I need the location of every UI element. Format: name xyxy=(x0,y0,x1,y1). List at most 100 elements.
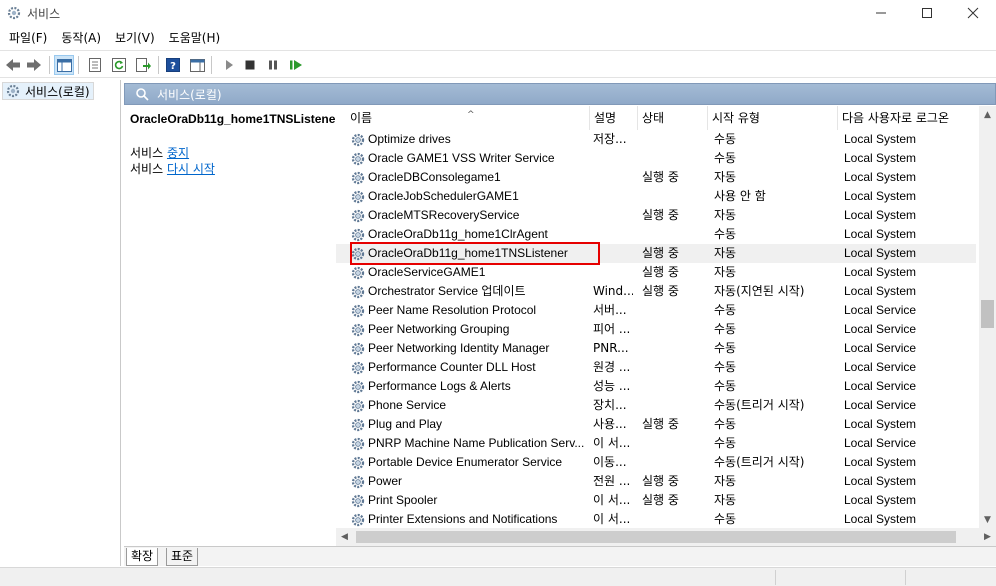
menu-action[interactable]: 동작(A) xyxy=(54,27,108,49)
service-status: 실행 중 xyxy=(642,474,679,488)
service-gear-icon xyxy=(351,380,365,394)
column-header-name[interactable]: 이름 ^ xyxy=(346,106,589,130)
vertical-scrollbar[interactable]: ▲ ▼ xyxy=(979,106,996,528)
vertical-scroll-thumb[interactable] xyxy=(981,300,994,328)
menu-view[interactable]: 보기(V) xyxy=(108,27,162,49)
service-logon-as: Local Service xyxy=(844,341,917,355)
service-gear-icon xyxy=(351,228,365,242)
service-description: Wind... xyxy=(593,284,633,298)
service-row[interactable]: Power 전원 ... 실행 중 자동 Local System xyxy=(336,472,976,491)
service-row[interactable]: Peer Networking Identity Manager PNR... 수동… xyxy=(336,339,976,358)
service-row[interactable]: OracleOraDb11g_home1TNSListener 실행 중 자동 Loc… xyxy=(336,242,976,265)
services-gear-icon xyxy=(6,84,20,98)
status-segment xyxy=(775,570,905,585)
services-rows: Optimize drives 저장... 수동 Local System Oracle… xyxy=(336,130,976,529)
service-row[interactable]: Orchestrator Service 업데이트 Wind... 실행 중 자동(지… xyxy=(336,282,976,301)
service-name: OracleDBConsolegame1 xyxy=(368,170,501,184)
service-logon-as: Local System xyxy=(844,474,917,488)
scroll-right-arrow-icon[interactable]: ▶ xyxy=(979,528,996,545)
forward-arrow-icon xyxy=(27,59,41,71)
start-service-button[interactable] xyxy=(219,55,239,75)
service-logon-as: Local System xyxy=(844,132,917,146)
service-row[interactable]: Portable Device Enumerator Service 이동... 수… xyxy=(336,453,976,472)
service-logon-as: Local Service xyxy=(844,303,917,317)
service-row[interactable]: PNRP Machine Name Publication Serv... 이 서… xyxy=(336,434,976,453)
service-status: 실행 중 xyxy=(642,246,679,260)
minimize-button[interactable] xyxy=(858,0,904,26)
service-gear-icon xyxy=(351,513,365,527)
column-header-startup-type[interactable]: 시작 유형 xyxy=(707,106,837,130)
service-row[interactable]: OracleMTSRecoveryService 실행 중 자동 Local Syst… xyxy=(336,206,976,225)
help-button[interactable]: ? xyxy=(163,55,183,75)
service-row[interactable]: Performance Logs & Alerts 성능 ... 수동 Local S… xyxy=(336,377,976,396)
close-button[interactable] xyxy=(950,0,996,26)
service-status: 실행 중 xyxy=(642,208,679,222)
service-logon-as: Local System xyxy=(844,208,917,222)
menu-help[interactable]: 도움말(H) xyxy=(162,27,228,49)
service-description: 저장... xyxy=(593,132,627,146)
export-list-button[interactable] xyxy=(133,55,153,75)
service-name: Power xyxy=(368,474,403,488)
back-button[interactable] xyxy=(3,55,23,75)
service-logon-as: Local System xyxy=(844,265,917,279)
show-action-pane-button[interactable] xyxy=(187,55,207,75)
service-logon-as: Local System xyxy=(844,512,917,526)
scroll-left-arrow-icon[interactable]: ◀ xyxy=(336,528,353,545)
forward-button[interactable] xyxy=(24,55,44,75)
horizontal-scrollbar[interactable]: ◀ ▶ xyxy=(336,528,996,546)
tree-item-services-local[interactable]: 서비스(로컬) xyxy=(2,82,94,100)
service-row[interactable]: Peer Name Resolution Protocol 서버... 수동 Loca… xyxy=(336,301,976,320)
service-row[interactable]: Peer Networking Grouping 피어 ... 수동 Local Se… xyxy=(336,320,976,339)
toolbar-separator xyxy=(211,56,212,74)
service-startup-type: 자동(지연된 시작) xyxy=(714,284,805,298)
maximize-button[interactable] xyxy=(904,0,950,26)
service-gear-icon xyxy=(351,247,365,261)
stop-service-button[interactable] xyxy=(240,55,260,75)
scroll-up-arrow-icon[interactable]: ▲ xyxy=(979,106,996,123)
console-tree-icon xyxy=(56,58,72,72)
services-list: 이름 ^ 설명 상태 시작 유형 다음 사용자로 로그온 Optimize dr… xyxy=(336,106,996,546)
restart-icon xyxy=(290,60,302,70)
tab-standard[interactable]: 표준 xyxy=(166,548,199,566)
service-row[interactable]: OracleOraDb11g_home1ClrAgent 수동 Local Syst… xyxy=(336,225,976,244)
service-gear-icon xyxy=(351,133,365,147)
service-row[interactable]: OracleDBConsolegame1 실행 중 자동 Local System xyxy=(336,168,976,187)
pause-service-button[interactable] xyxy=(263,55,283,75)
service-startup-type: 수동 xyxy=(714,132,737,146)
toolbar-separator xyxy=(158,56,159,74)
service-logon-as: Local System xyxy=(844,151,917,165)
service-row[interactable]: Print Spooler 이 서... 실행 중 자동 Local System xyxy=(336,491,976,510)
service-description: 이 서... xyxy=(593,512,631,526)
column-header-logon-as[interactable]: 다음 사용자로 로그온 xyxy=(837,106,977,130)
refresh-button[interactable] xyxy=(109,55,129,75)
service-row[interactable]: Optimize drives 저장... 수동 Local System xyxy=(336,130,976,149)
service-gear-icon xyxy=(351,475,365,489)
service-row[interactable]: Phone Service 장치... 수동(트리거 시작) Local Servic… xyxy=(336,396,976,415)
service-row[interactable]: Performance Counter DLL Host 원경 ... 수동 Loca… xyxy=(336,358,976,377)
menu-file[interactable]: 파일(F) xyxy=(2,27,54,49)
service-description: 이 서... xyxy=(593,493,631,507)
service-row[interactable]: OracleJobSchedulerGAME1 사용 안 함 Local Syste… xyxy=(336,187,976,206)
properties-button[interactable] xyxy=(85,55,105,75)
service-row[interactable]: OracleServiceGAME1 실행 중 자동 Local System xyxy=(336,263,976,282)
show-hide-console-tree-button[interactable] xyxy=(54,55,74,75)
service-name: Plug and Play xyxy=(368,417,443,431)
column-header-status[interactable]: 상태 xyxy=(637,106,707,130)
service-name: Peer Name Resolution Protocol xyxy=(368,303,537,317)
tab-extended[interactable]: 확장 xyxy=(126,548,159,566)
window-title: 서비스 xyxy=(27,7,61,21)
stop-service-link[interactable]: 중지 xyxy=(167,146,189,160)
services-panel: 서비스(로컬) OracleOraDb11g_home1TNSListener … xyxy=(124,80,996,546)
restart-service-button[interactable] xyxy=(286,55,306,75)
service-row[interactable]: Printer Extensions and Notifications 이 서.… xyxy=(336,510,976,529)
service-status: 실행 중 xyxy=(642,170,679,184)
service-row[interactable]: Plug and Play 사용... 실행 중 수동 Local System xyxy=(336,415,976,434)
service-gear-icon xyxy=(351,285,365,299)
restart-action-prefix: 서비스 xyxy=(130,162,164,176)
column-header-description[interactable]: 설명 xyxy=(589,106,637,130)
back-arrow-icon xyxy=(6,59,20,71)
scroll-down-arrow-icon[interactable]: ▼ xyxy=(979,511,996,528)
service-row[interactable]: Oracle GAME1 VSS Writer Service 수동 Local S… xyxy=(336,149,976,168)
restart-service-link[interactable]: 다시 시작 xyxy=(167,162,215,176)
horizontal-scroll-thumb[interactable] xyxy=(356,531,956,543)
